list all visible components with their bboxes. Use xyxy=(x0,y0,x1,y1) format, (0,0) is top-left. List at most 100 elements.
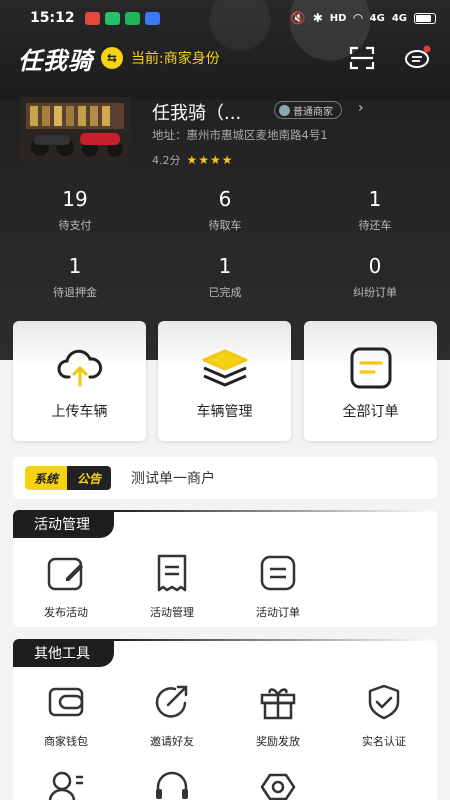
share-icon xyxy=(155,685,188,718)
brand-logo: 任我骑 xyxy=(18,46,93,75)
real-name-verification-button[interactable]: 实名认证 xyxy=(331,683,437,749)
stat-value: 1 xyxy=(68,254,82,278)
edit-icon xyxy=(47,557,83,591)
stat-pending-payment[interactable]: 19 待支付 xyxy=(0,187,150,233)
chevron-right-icon[interactable]: › xyxy=(358,100,364,116)
status-indicators: 🔇 ✱ HD ◠ 4G 4G xyxy=(291,11,436,25)
section-title: 活动管理 xyxy=(13,510,114,538)
customer-service-button[interactable] xyxy=(119,771,225,800)
activity-management-button[interactable]: 活动管理 xyxy=(119,554,225,620)
stat-label: 待支付 xyxy=(58,219,92,232)
headset-icon xyxy=(156,771,188,799)
grid-item-label: 邀请好友 xyxy=(150,735,194,748)
stat-pending-return[interactable]: 1 待还车 xyxy=(300,187,450,233)
shop-info[interactable]: 任我骑（... 普通商家 › 地址：惠州市惠城区麦地南路4号1 4.2分 ★★★… xyxy=(20,97,440,167)
tools-section: 其他工具 商家钱包 邀请好友 奖励发放 实名认证 xyxy=(13,639,437,800)
role-switch-label[interactable]: 当前:商家身份 xyxy=(131,48,220,68)
wifi-icon: ◠ xyxy=(353,11,363,25)
activity-orders-button[interactable]: 活动订单 xyxy=(225,554,331,620)
notification-app-icons xyxy=(84,11,160,25)
signal-label-1: 4G xyxy=(369,12,385,24)
grid-item-label: 商家钱包 xyxy=(44,735,88,748)
stat-value: 6 xyxy=(218,187,232,211)
gift-icon xyxy=(260,688,296,720)
merchant-wallet-button[interactable]: 商家钱包 xyxy=(13,683,119,749)
notification-app-icon xyxy=(84,11,100,25)
stat-pending-pickup[interactable]: 6 待取车 xyxy=(150,187,300,233)
grid-item-label: 活动管理 xyxy=(150,606,194,619)
stat-value: 1 xyxy=(368,187,382,211)
system-notice[interactable]: 系统 公告 测试单一商户 xyxy=(13,457,437,499)
stat-label: 纠纷订单 xyxy=(353,286,397,299)
invite-friends-button[interactable]: 邀请好友 xyxy=(119,683,225,749)
all-orders-card[interactable]: 全部订单 xyxy=(304,321,437,441)
settings-icon xyxy=(260,773,296,800)
shop-name: 任我骑（... xyxy=(152,103,242,124)
notice-text: 测试单一商户 xyxy=(131,471,216,487)
shield-check-icon xyxy=(368,684,400,720)
section-header: 其他工具 xyxy=(13,639,437,667)
reward-distribution-button[interactable]: 奖励发放 xyxy=(225,683,331,749)
merchant-badge: 普通商家 xyxy=(274,101,342,119)
battery-icon xyxy=(414,12,436,24)
shop-address: 地址：惠州市惠城区麦地南路4号1 xyxy=(152,128,328,142)
card-label: 上传车辆 xyxy=(51,404,108,420)
stat-value: 0 xyxy=(368,254,382,278)
grid-item-label: 活动订单 xyxy=(256,606,300,619)
upload-vehicle-card[interactable]: 上传车辆 xyxy=(13,321,146,441)
status-time: 15:12 xyxy=(30,10,75,26)
notification-app-icon xyxy=(124,11,140,25)
contacts-icon xyxy=(48,771,83,800)
wallet-icon xyxy=(48,687,84,717)
stat-label: 待还车 xyxy=(358,219,392,232)
notification-app-icon xyxy=(104,11,120,25)
signal-label-2: 4G xyxy=(391,12,407,24)
grid-item-label: 实名认证 xyxy=(362,735,406,748)
stat-value: 1 xyxy=(218,254,232,278)
stat-disputed-orders[interactable]: 0 纠纷订单 xyxy=(300,254,450,300)
notice-tag: 系统 公告 xyxy=(25,466,112,490)
notification-app-icon xyxy=(144,11,160,25)
card-label: 全部订单 xyxy=(342,404,399,420)
section-header: 活动管理 xyxy=(13,510,437,538)
merchant-badge-icon xyxy=(279,104,290,116)
card-label: 车辆管理 xyxy=(196,404,253,420)
grid-item-label: 发布活动 xyxy=(44,606,88,619)
rating-stars: ★★★★ xyxy=(186,153,234,167)
rating-score: 4.2分 xyxy=(152,154,181,167)
stat-pending-deposit-refund[interactable]: 1 待退押金 xyxy=(0,254,150,300)
mute-icon: 🔇 xyxy=(290,11,306,25)
swap-icon[interactable]: ⇆ xyxy=(101,47,123,69)
vehicle-management-card[interactable]: 车辆管理 xyxy=(158,321,291,441)
settings-button[interactable] xyxy=(225,771,331,800)
cloud-upload-icon xyxy=(57,349,103,387)
bluetooth-icon: ✱ xyxy=(312,11,323,25)
status-bar: 15:12 🔇 ✱ HD ◠ 4G 4G xyxy=(0,0,450,36)
publish-activity-button[interactable]: 发布活动 xyxy=(13,554,119,620)
merchant-badge-label: 普通商家 xyxy=(293,106,333,118)
quick-actions: 上传车辆 车辆管理 全部订单 xyxy=(13,321,437,441)
section-divider xyxy=(113,510,437,512)
order-list-icon xyxy=(350,347,392,389)
receipt-icon xyxy=(157,554,187,592)
hd-label: HD xyxy=(329,12,347,24)
scan-icon[interactable] xyxy=(349,46,375,70)
activity-section: 活动管理 发布活动 活动管理 活动订单 xyxy=(13,510,437,627)
shop-photo xyxy=(20,97,130,163)
stat-label: 待取车 xyxy=(208,219,242,232)
top-bar: 任我骑 ⇆ 当前:商家身份 xyxy=(0,36,450,80)
section-title: 其他工具 xyxy=(13,639,114,667)
shop-rating: 4.2分 ★★★★ xyxy=(152,152,234,168)
stat-completed[interactable]: 1 已完成 xyxy=(150,254,300,300)
notice-tag-announcement: 公告 xyxy=(67,466,112,490)
layers-icon xyxy=(202,349,248,387)
message-icon[interactable] xyxy=(404,44,432,70)
stat-value: 19 xyxy=(62,187,88,211)
section-divider xyxy=(113,639,437,641)
contacts-button[interactable] xyxy=(13,771,119,800)
notice-tag-system: 系统 xyxy=(25,466,68,490)
document-icon xyxy=(260,555,296,591)
grid-item-label: 奖励发放 xyxy=(256,735,300,748)
stat-label: 已完成 xyxy=(208,286,242,299)
stat-label: 待退押金 xyxy=(53,286,97,299)
